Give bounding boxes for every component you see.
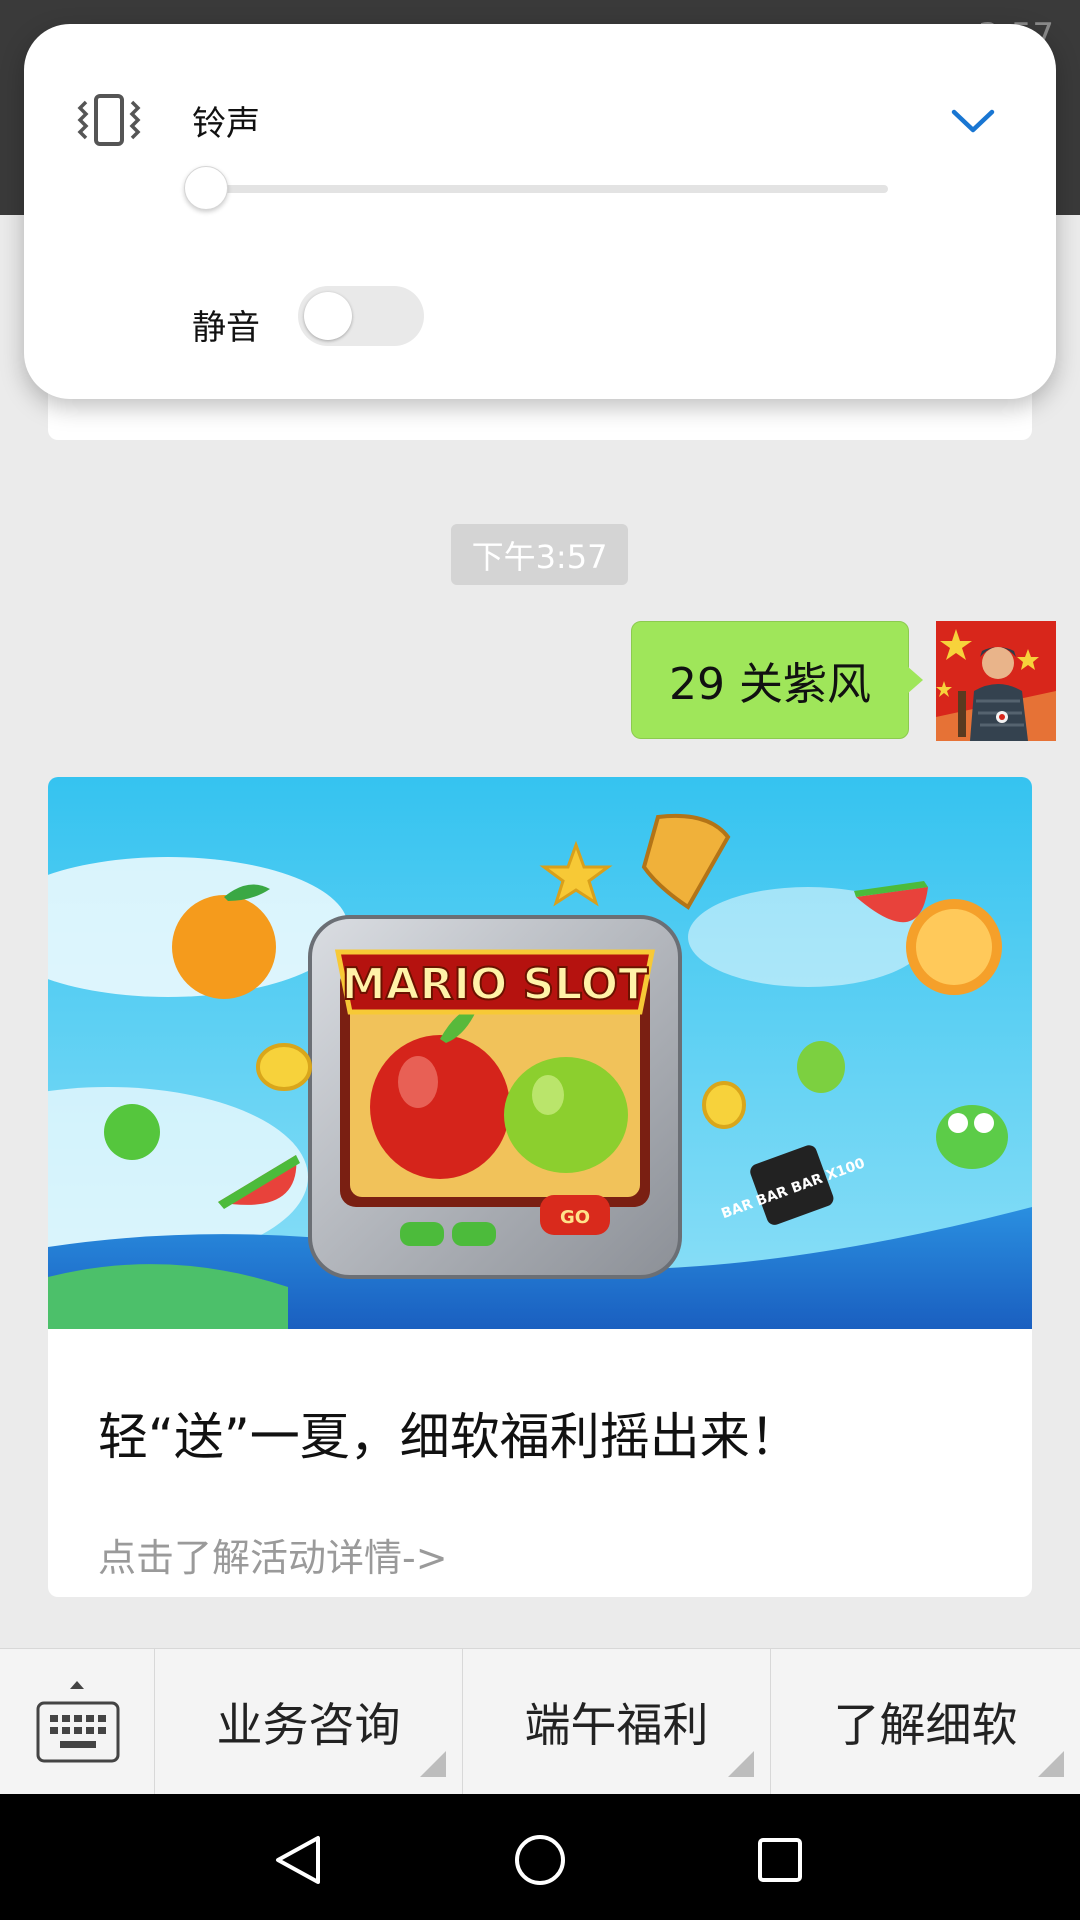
bubble-tail — [907, 666, 923, 694]
bottom-menu: 业务咨询 端午福利 了解细软 — [0, 1648, 1080, 1795]
home-icon[interactable] — [512, 1832, 568, 1888]
menu-item-label: 业务咨询 — [216, 1698, 401, 1752]
ringtone-label: 铃声 — [192, 104, 260, 144]
keyboard-icon — [36, 1681, 120, 1763]
article-banner-image[interactable]: MARIO SLOT GO BAR BAR BAR X100 — [48, 777, 1032, 1329]
back-icon[interactable] — [270, 1832, 326, 1888]
submenu-indicator-icon — [1038, 1751, 1064, 1777]
recents-icon[interactable] — [752, 1832, 808, 1888]
banner-go-label: GO — [560, 1207, 590, 1228]
mute-toggle[interactable] — [298, 286, 424, 346]
avatar[interactable] — [936, 621, 1056, 741]
submenu-indicator-icon — [420, 1751, 446, 1777]
menu-item-about[interactable]: 了解细软 — [771, 1649, 1080, 1795]
menu-item-label: 端午福利 — [524, 1698, 709, 1752]
menu-item-dragon-boat-benefit[interactable]: 端午福利 — [463, 1649, 771, 1795]
system-navigation-bar — [0, 1794, 1080, 1920]
menu-item-label: 了解细软 — [833, 1698, 1018, 1752]
menu-item-business-consult[interactable]: 业务咨询 — [155, 1649, 463, 1795]
sent-message-bubble[interactable]: 29 关紫风 — [631, 621, 909, 739]
mute-toggle-knob — [304, 292, 352, 340]
slider-thumb[interactable] — [184, 166, 228, 210]
vibrate-icon[interactable] — [76, 90, 142, 150]
article-title: 轻“送”一夏，细软福利摇出来！ — [98, 1408, 800, 1466]
keyboard-toggle-button[interactable] — [0, 1649, 155, 1795]
ringtone-volume-slider[interactable] — [204, 185, 888, 193]
mute-label: 静音 — [192, 308, 260, 348]
article-details-link[interactable]: 点击了解活动详情-> — [98, 1527, 448, 1582]
volume-panel: 铃声 静音 — [24, 24, 1056, 399]
message-timestamp: 下午3:57 — [451, 524, 628, 585]
chat-screen: 3:57 下午3:57 29 关紫风 — [0, 0, 1080, 1920]
submenu-indicator-icon — [728, 1751, 754, 1777]
chevron-down-icon[interactable] — [950, 106, 996, 136]
article-card[interactable]: MARIO SLOT GO BAR BAR BAR X100 轻“送”一夏，细软… — [48, 777, 1032, 1597]
banner-slot-title: MARIO SLOT — [342, 959, 648, 1010]
